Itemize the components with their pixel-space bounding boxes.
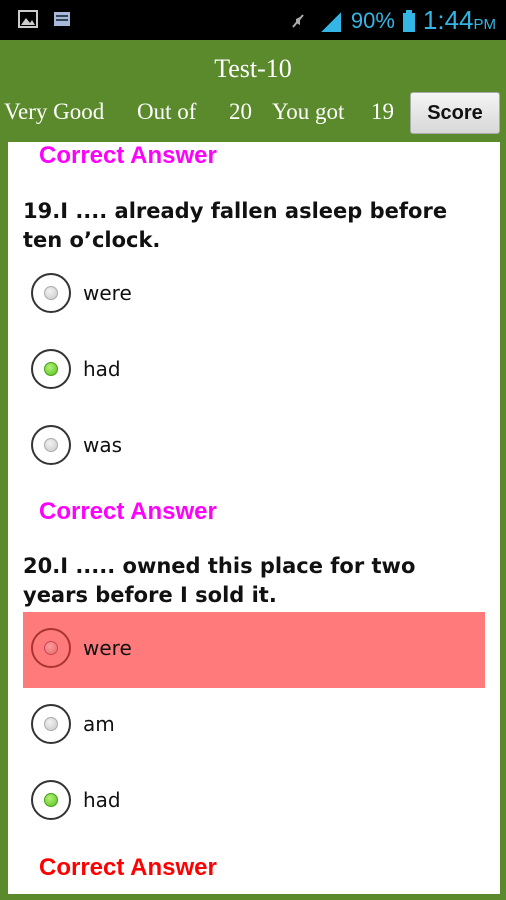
- total-value: 20: [229, 99, 252, 124]
- option-label: had: [83, 788, 121, 812]
- clock: 1:44PM: [422, 5, 496, 35]
- option-were[interactable]: were: [23, 257, 485, 333]
- option-label: am: [83, 712, 115, 736]
- image-icon: [18, 10, 38, 28]
- rating-label: Very Good: [4, 99, 105, 124]
- option-label: had: [83, 357, 121, 381]
- radio-button[interactable]: [31, 273, 71, 313]
- option-was[interactable]: was: [23, 409, 485, 485]
- question-text: 19.I .... already fallen asleep before t…: [23, 199, 448, 252]
- option-am[interactable]: am: [23, 688, 485, 764]
- option-label: was: [83, 433, 123, 457]
- radio-button[interactable]: [31, 425, 71, 465]
- mute-icon: [292, 13, 304, 28]
- store-icon: [54, 12, 70, 26]
- radio-button-selected[interactable]: [31, 780, 71, 820]
- page-title: Test-10: [214, 54, 292, 83]
- out-of-label: Out of: [137, 99, 197, 124]
- option-label: were: [83, 636, 132, 660]
- score-value: 19: [371, 99, 394, 124]
- status-bar: 90% 1:44PM: [0, 0, 506, 40]
- correct-answer-label: Correct Answer: [39, 854, 217, 881]
- radio-button[interactable]: [31, 628, 71, 668]
- correct-answer-label: Correct Answer: [39, 498, 217, 525]
- option-had[interactable]: had: [23, 764, 485, 840]
- battery-percent: 90%: [350, 7, 395, 33]
- radio-button[interactable]: [31, 704, 71, 744]
- you-got-label: You got: [272, 99, 345, 124]
- option-label: were: [83, 281, 132, 305]
- option-had[interactable]: had: [23, 333, 485, 409]
- signal-icon: [321, 11, 341, 32]
- correct-answer-label: Correct Answer: [39, 142, 217, 169]
- question-text: 20.I ..... owned this place for two year…: [23, 554, 416, 607]
- radio-button-selected[interactable]: [31, 349, 71, 389]
- question-list[interactable]: Correct Answer 19.I .... already fallen …: [8, 142, 500, 894]
- option-were-wrong[interactable]: were: [23, 612, 485, 688]
- score-button[interactable]: Score: [410, 92, 500, 134]
- battery-icon: [402, 9, 415, 32]
